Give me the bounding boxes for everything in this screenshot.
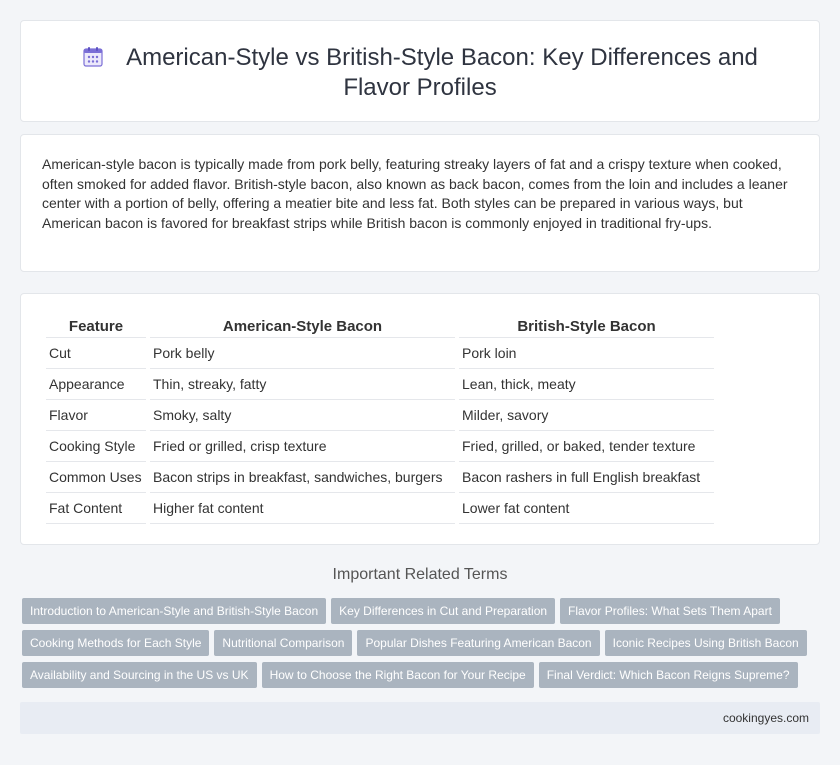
cell-british: Fried, grilled, or baked, tender texture xyxy=(459,431,714,462)
related-term-tag[interactable]: Introduction to American-Style and Briti… xyxy=(22,598,327,624)
header-card: American-Style vs British-Style Bacon: K… xyxy=(20,20,820,122)
header: American-Style vs British-Style Bacon: K… xyxy=(21,43,819,103)
cell-american: Higher fat content xyxy=(150,493,455,524)
page-title: American-Style vs British-Style Bacon: K… xyxy=(51,43,789,103)
cell-feature: Fat Content xyxy=(46,493,146,524)
cell-feature: Common Uses xyxy=(46,462,146,493)
cell-british: Bacon rashers in full English breakfast xyxy=(459,462,714,493)
intro-card: American-style bacon is typically made f… xyxy=(20,134,820,272)
related-terms-title: Important Related Terms xyxy=(332,566,508,583)
tag-row: Introduction to American-Style and Briti… xyxy=(22,598,822,630)
table-row: Common Uses Bacon strips in breakfast, s… xyxy=(46,462,714,493)
header-british: British-Style Bacon xyxy=(459,314,714,338)
table-row: Fat Content Higher fat content Lower fat… xyxy=(46,493,714,524)
related-term-tag[interactable]: Popular Dishes Featuring American Bacon xyxy=(357,630,600,656)
cell-british: Lean, thick, meaty xyxy=(459,369,714,400)
related-term-tag[interactable]: Nutritional Comparison xyxy=(214,630,353,656)
related-term-tag[interactable]: Availability and Sourcing in the US vs U… xyxy=(22,662,257,688)
tag-row: Cooking Methods for Each Style Nutritiona… xyxy=(22,630,822,662)
cell-feature: Flavor xyxy=(46,400,146,431)
related-term-tag[interactable]: How to Choose the Right Bacon for Your R… xyxy=(261,662,534,688)
cell-american: Fried or grilled, crisp texture xyxy=(150,431,455,462)
cell-feature: Appearance xyxy=(46,369,146,400)
cell-british: Milder, savory xyxy=(459,400,714,431)
related-term-tag[interactable]: Iconic Recipes Using British Bacon xyxy=(604,630,807,656)
related-term-tag[interactable]: Flavor Profiles: What Sets Them Apart xyxy=(560,598,780,624)
footer-site-link[interactable]: cookingyes.com xyxy=(723,711,809,725)
table-row: Flavor Smoky, salty Milder, savory xyxy=(46,400,714,431)
cell-american: Thin, streaky, fatty xyxy=(150,369,455,400)
cell-feature: Cut xyxy=(46,338,146,369)
cell-feature: Cooking Style xyxy=(46,431,146,462)
related-term-tag[interactable]: Cooking Methods for Each Style xyxy=(22,630,210,656)
cell-british: Lower fat content xyxy=(459,493,714,524)
cell-american: Pork belly xyxy=(150,338,455,369)
table-row: Cut Pork belly Pork loin xyxy=(46,338,714,369)
tag-row: Availability and Sourcing in the US vs U… xyxy=(22,662,822,694)
calendar-icon xyxy=(82,46,104,68)
header-feature: Feature xyxy=(46,314,146,338)
related-term-tag[interactable]: Final Verdict: Which Bacon Reigns Suprem… xyxy=(538,662,798,688)
table-row: Cooking Style Fried or grilled, crisp te… xyxy=(46,431,714,462)
related-term-tag[interactable]: Key Differences in Cut and Preparation xyxy=(331,598,556,624)
cell-american: Bacon strips in breakfast, sandwiches, b… xyxy=(150,462,455,493)
related-terms: Introduction to American-Style and Briti… xyxy=(22,598,822,694)
page-title-text: American-Style vs British-Style Bacon: K… xyxy=(126,44,758,101)
table-row: Appearance Thin, streaky, fatty Lean, th… xyxy=(46,369,714,400)
comparison-table: Feature American-Style Bacon British-Sty… xyxy=(42,314,718,524)
cell-american: Smoky, salty xyxy=(150,400,455,431)
comparison-card: Feature American-Style Bacon British-Sty… xyxy=(20,293,820,545)
cell-british: Pork loin xyxy=(459,338,714,369)
table-header-row: Feature American-Style Bacon British-Sty… xyxy=(46,314,714,338)
intro-paragraph: American-style bacon is typically made f… xyxy=(42,156,788,231)
header-american: American-Style Bacon xyxy=(150,314,455,338)
footer: cookingyes.com xyxy=(20,702,820,734)
